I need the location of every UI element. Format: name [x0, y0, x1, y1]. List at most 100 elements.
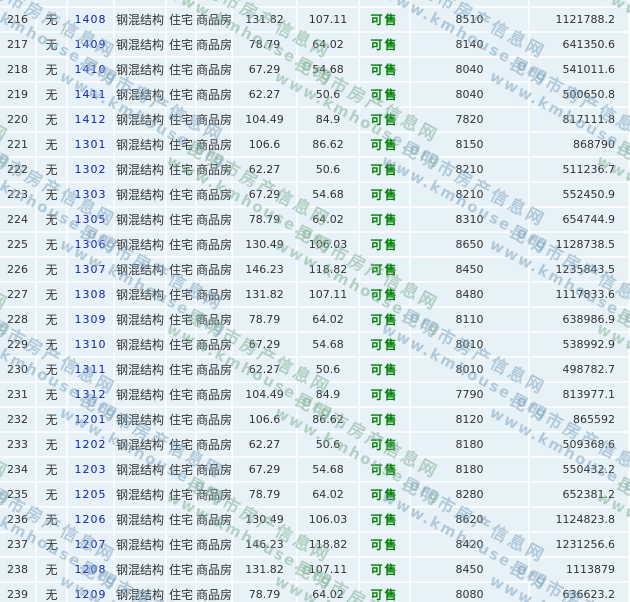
room-number-link[interactable]: 1410: [68, 58, 115, 81]
room-number-link[interactable]: 1303: [68, 183, 115, 206]
status-badge: 可售: [360, 108, 411, 131]
status-badge: 可售: [360, 358, 411, 381]
status-badge-text: 可售: [370, 336, 398, 353]
cell-unit-price: 8210: [411, 183, 530, 206]
room-number-link[interactable]: 1302: [68, 158, 115, 181]
status-badge-text: 可售: [370, 86, 398, 103]
room-number-link[interactable]: 1306: [68, 233, 115, 256]
room-number-link-text[interactable]: 1202: [75, 438, 107, 451]
cell-area-net: 107.11: [298, 8, 360, 31]
room-number-link-text[interactable]: 1305: [75, 213, 107, 226]
cell-total-price: 1235843.5: [530, 258, 630, 281]
room-number-link-text[interactable]: 1308: [75, 288, 107, 301]
cell-type: 商品房: [197, 583, 233, 602]
cell-unit-price: 8450: [411, 558, 530, 581]
room-number-link[interactable]: 1301: [68, 133, 115, 156]
room-number-link[interactable]: 1411: [68, 83, 115, 106]
room-number-link-text[interactable]: 1408: [75, 13, 107, 26]
room-number-link-text[interactable]: 1205: [75, 488, 107, 501]
status-badge: 可售: [360, 258, 411, 281]
room-number-link-text[interactable]: 1312: [75, 388, 107, 401]
room-number-link[interactable]: 1209: [68, 583, 115, 602]
room-number-link[interactable]: 1308: [68, 283, 115, 306]
status-badge: 可售: [360, 133, 411, 156]
status-badge: 可售: [360, 508, 411, 531]
room-number-link-text[interactable]: 1411: [75, 88, 107, 101]
room-number-link[interactable]: 1305: [68, 208, 115, 231]
table-row: 229无1310钢混结构住宅商品房67.2954.68可售8010538992.…: [0, 333, 630, 358]
status-badge: 可售: [360, 283, 411, 306]
room-number-link[interactable]: 1312: [68, 383, 115, 406]
cell-type: 商品房: [197, 183, 233, 206]
room-number-link-text[interactable]: 1303: [75, 188, 107, 201]
room-number-link-text[interactable]: 1409: [75, 38, 107, 51]
status-badge-text: 可售: [370, 161, 398, 178]
room-number-link[interactable]: 1208: [68, 558, 115, 581]
cell-tag: 无: [37, 258, 68, 281]
status-badge: 可售: [360, 383, 411, 406]
room-number-link-text[interactable]: 1306: [75, 238, 107, 251]
status-badge: 可售: [360, 583, 411, 602]
room-number-link[interactable]: 1203: [68, 458, 115, 481]
status-badge-text: 可售: [370, 486, 398, 503]
cell-tag: 无: [37, 83, 68, 106]
cell-area-net: 106.03: [298, 233, 360, 256]
room-number-link[interactable]: 1206: [68, 508, 115, 531]
cell-area-gross: 67.29: [233, 58, 298, 81]
room-number-link[interactable]: 1307: [68, 258, 115, 281]
room-number-link[interactable]: 1311: [68, 358, 115, 381]
cell-use: 住宅: [167, 483, 197, 506]
cell-total-price: 652381.2: [530, 483, 630, 506]
cell-tag: 无: [37, 583, 68, 602]
room-number-link[interactable]: 1309: [68, 308, 115, 331]
room-number-link-text[interactable]: 1307: [75, 263, 107, 276]
cell-area-net: 118.82: [298, 533, 360, 556]
cell-empty: [0, 0, 37, 6]
cell-area-gross: 131.82: [233, 283, 298, 306]
status-badge-text: 可售: [370, 586, 398, 602]
status-badge: 可售: [360, 8, 411, 31]
cell-total-price: 1231256.6: [530, 533, 630, 556]
room-number-link[interactable]: 1408: [68, 8, 115, 31]
room-number-link-text[interactable]: 1311: [75, 363, 107, 376]
cell-area-net: 50.6: [298, 83, 360, 106]
cell-seq: 224: [0, 208, 37, 231]
room-number-link-text[interactable]: 1309: [75, 313, 107, 326]
cell-unit-price: 8120: [411, 408, 530, 431]
cell-area-net: 50.6: [298, 358, 360, 381]
cell-unit-price: 8510: [411, 8, 530, 31]
room-number-link-text[interactable]: 1302: [75, 163, 107, 176]
room-number-link-text[interactable]: 1201: [75, 413, 107, 426]
room-number-link-text[interactable]: 1206: [75, 513, 107, 526]
room-number-link-text[interactable]: 1410: [75, 63, 107, 76]
cell-tag: 无: [37, 8, 68, 31]
room-number-link-text[interactable]: 1208: [75, 563, 107, 576]
room-number-link[interactable]: 1207: [68, 533, 115, 556]
cell-structure: 钢混结构: [115, 133, 167, 156]
room-number-link-text[interactable]: 1310: [75, 338, 107, 351]
room-number-link-text[interactable]: 1203: [75, 463, 107, 476]
cell-type: 商品房: [197, 233, 233, 256]
room-number-link-text[interactable]: 1207: [75, 538, 107, 551]
cell-unit-price: 8280: [411, 483, 530, 506]
room-number-link[interactable]: 1310: [68, 333, 115, 356]
cell-seq: 219: [0, 83, 37, 106]
status-badge-text: 可售: [370, 111, 398, 128]
room-number-link-text[interactable]: 1412: [75, 113, 107, 126]
cell-structure: 钢混结构: [115, 33, 167, 56]
table-row: 223无1303钢混结构住宅商品房67.2954.68可售8210552450.…: [0, 183, 630, 208]
cell-type: 商品房: [197, 383, 233, 406]
cell-area-net: 107.11: [298, 283, 360, 306]
room-number-link[interactable]: 1205: [68, 483, 115, 506]
room-number-link-text[interactable]: 1301: [75, 138, 107, 151]
room-number-link[interactable]: 1201: [68, 408, 115, 431]
cell-type: 商品房: [197, 483, 233, 506]
cell-area-net: 84.9: [298, 108, 360, 131]
room-number-link[interactable]: 1412: [68, 108, 115, 131]
cell-use: 住宅: [167, 133, 197, 156]
room-number-link-text[interactable]: 1209: [75, 588, 107, 601]
room-number-link[interactable]: 1409: [68, 33, 115, 56]
cell-total-price: 1128738.5: [530, 233, 630, 256]
cell-type: 商品房: [197, 208, 233, 231]
room-number-link[interactable]: 1202: [68, 433, 115, 456]
